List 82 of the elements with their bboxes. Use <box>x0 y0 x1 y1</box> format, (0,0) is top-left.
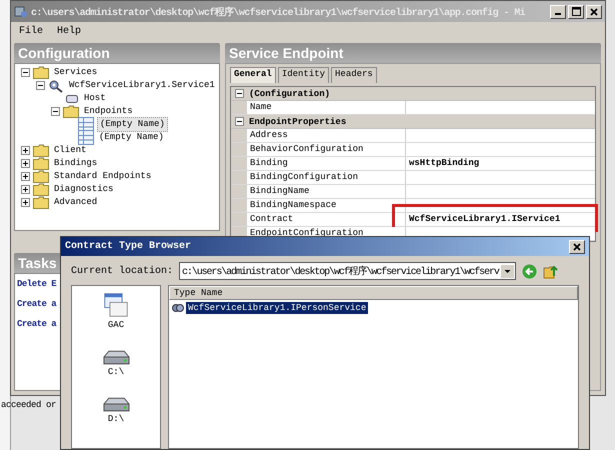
place-label[interactable]: D:\ <box>108 414 124 424</box>
drive-icon[interactable] <box>102 350 130 365</box>
property-name: BindingConfiguration <box>247 171 406 184</box>
expand-icon[interactable] <box>21 198 30 207</box>
collapse-icon[interactable] <box>51 107 60 116</box>
close-icon <box>573 242 581 250</box>
folder-icon <box>33 66 49 79</box>
menu-item[interactable]: Help <box>57 26 82 37</box>
property-row[interactable]: Contract WcfServiceLibrary1.IService1 <box>231 213 595 227</box>
folder-icon <box>33 144 49 157</box>
interface-icon <box>172 303 184 313</box>
column-header[interactable]: Type Name <box>169 286 578 300</box>
expand-icon[interactable] <box>21 172 30 181</box>
windows-stack-icon[interactable] <box>103 292 129 318</box>
folder-icon <box>33 196 49 209</box>
collapse-icon[interactable] <box>21 68 30 77</box>
property-row[interactable]: Name <box>231 101 595 115</box>
panel-header: Configuration <box>14 43 220 63</box>
tab[interactable]: Identity <box>278 67 330 83</box>
tree-item[interactable]: WcfServiceLibrary1.Service1 <box>67 79 217 92</box>
tree-item[interactable]: (Empty Name) <box>97 117 168 132</box>
property-row[interactable]: BehaviorConfiguration <box>231 143 595 157</box>
tree-item[interactable]: (Empty Name) <box>97 131 166 144</box>
property-name: BindingName <box>247 185 406 198</box>
expand-icon[interactable] <box>21 159 30 168</box>
type-item[interactable]: WcfServiceLibrary1.IPersonService <box>186 302 368 314</box>
location-dropdown[interactable]: c:\users\administrator\desktop\wcf程序\wcfservicelibrary1\wcfserv <box>179 262 516 280</box>
property-name: Binding <box>247 157 406 170</box>
grid-icon <box>78 117 94 132</box>
tab[interactable]: Headers <box>331 67 377 83</box>
folder-icon <box>33 170 49 183</box>
property-row[interactable]: Address <box>231 129 595 143</box>
close-icon <box>590 8 598 16</box>
minimize-button[interactable] <box>550 4 566 18</box>
task-link[interactable]: Create a <box>17 319 56 329</box>
status-text: acceeded or <box>1 400 56 410</box>
tree-item[interactable]: Bindings <box>52 157 100 170</box>
property-row[interactable]: Binding wsHttpBinding <box>231 157 595 171</box>
property-value: wsHttpBinding <box>409 158 480 168</box>
tree-item[interactable]: Services <box>52 66 100 79</box>
collapse-icon[interactable] <box>235 89 244 98</box>
property-name: BehaviorConfiguration <box>247 143 406 156</box>
tree-item[interactable]: Diagnostics <box>52 183 116 196</box>
collapse-icon[interactable] <box>235 117 244 126</box>
drive-icon[interactable] <box>102 397 130 412</box>
close-button[interactable] <box>569 240 585 254</box>
task-link[interactable]: Create a <box>17 299 56 309</box>
property-name: Name <box>247 101 406 114</box>
tab[interactable]: General <box>230 67 276 83</box>
close-button[interactable] <box>586 4 602 18</box>
expand-icon[interactable] <box>21 146 30 155</box>
folder-icon <box>33 183 49 196</box>
folder-icon <box>33 157 49 170</box>
place-label[interactable]: GAC <box>108 320 124 330</box>
tree-item[interactable]: Endpoints <box>82 105 135 118</box>
app-icon <box>14 4 28 18</box>
up-folder-icon[interactable] <box>542 263 559 279</box>
minimize-icon <box>555 12 561 14</box>
tree-item[interactable]: Client <box>52 144 88 157</box>
menu-item[interactable]: File <box>19 26 44 37</box>
property-name: BindingNamespace <box>247 199 406 212</box>
folder-icon <box>63 105 79 118</box>
dialog-title: Contract Type Browser <box>65 241 192 252</box>
tree-item[interactable]: Host <box>82 92 108 105</box>
host-icon <box>63 92 79 104</box>
grid-icon <box>78 130 94 145</box>
property-row[interactable]: BindingConfiguration <box>231 171 595 185</box>
place-label[interactable]: C:\ <box>108 367 124 377</box>
maximize-icon <box>572 7 580 16</box>
category-label: EndpointProperties <box>249 116 346 126</box>
category-label: (Configuration) <box>249 88 330 98</box>
expand-icon[interactable] <box>21 185 30 194</box>
task-link[interactable]: Delete E <box>17 279 56 289</box>
property-row[interactable]: BindingName <box>231 185 595 199</box>
collapse-icon[interactable] <box>36 81 45 90</box>
tree-item[interactable]: Advanced <box>52 196 100 209</box>
property-value: WcfServiceLibrary1.IService1 <box>409 214 560 224</box>
maximize-button[interactable] <box>568 4 584 18</box>
tree-item[interactable]: Standard Endpoints <box>52 170 154 183</box>
panel-header: Service Endpoint <box>225 43 601 63</box>
property-name: Contract <box>247 213 406 226</box>
property-name: Address <box>247 129 406 142</box>
